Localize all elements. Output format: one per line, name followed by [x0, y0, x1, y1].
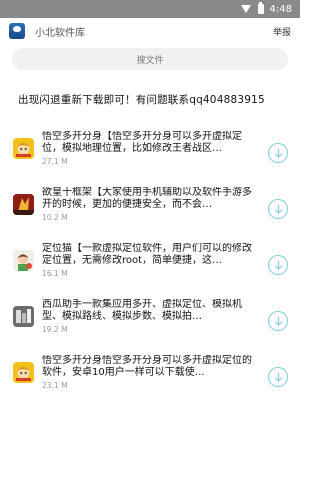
wifi-icon [240, 5, 252, 13]
download-button[interactable] [268, 311, 288, 331]
download-arrow-icon [274, 260, 282, 270]
list-item[interactable]: 西瓜助手一款集应用多开、虚拟定位、模拟机型、模拟路线、模拟步数、模拟拍… 19.… [0, 299, 300, 355]
battery-icon [257, 2, 264, 14]
download-button[interactable] [268, 199, 288, 219]
list-item[interactable]: 悟空多开分身【悟空多开分身可以多开虚拟定位，模拟地理位置，比如修改王者战区… 2… [0, 131, 300, 187]
item-size: 10.2 M [42, 213, 68, 222]
item-name: 欲皇十框架【大家使用手机辅助以及软件手游多开的时候，更加的便捷安全，而不会… [42, 187, 252, 210]
search-container: 搜文件 [0, 44, 300, 70]
xigua-app-icon [13, 306, 34, 327]
report-button[interactable]: 举报 [273, 25, 291, 38]
app-title: 小北软件库 [35, 27, 85, 39]
app-logo-icon [9, 23, 25, 39]
item-name: 定位猫【一款虚拟定位软件，用户们可以的修改定位置，无需修改root，简单便捷，这… [42, 243, 252, 266]
download-button[interactable] [268, 367, 288, 387]
item-size: 27.1 M [42, 157, 68, 166]
status-time: 4:48 [269, 3, 292, 15]
item-size: 23.1 M [42, 381, 68, 390]
yuhuang-app-icon [13, 194, 34, 215]
item-size: 19.2 M [42, 325, 68, 334]
download-button[interactable] [268, 255, 288, 275]
status-bar: 4:48 [0, 0, 300, 18]
search-input[interactable]: 搜文件 [12, 48, 288, 70]
item-name: 悟空多开分身【悟空多开分身可以多开虚拟定位，模拟地理位置，比如修改王者战区… [42, 131, 242, 154]
item-name: 悟空多开分身悟空多开分身可以多开虚拟定位的软件，安卓10用户一样可以下载使… [42, 355, 252, 378]
file-list: 悟空多开分身【悟空多开分身可以多开虚拟定位，模拟地理位置，比如修改王者战区… 2… [0, 131, 300, 411]
list-item[interactable]: 悟空多开分身悟空多开分身可以多开虚拟定位的软件，安卓10用户一样可以下载使… 2… [0, 355, 300, 411]
search-placeholder: 搜文件 [136, 55, 164, 66]
list-item[interactable]: 定位猫【一款虚拟定位软件，用户们可以的修改定位置，无需修改root，简单便捷，这… [0, 243, 300, 299]
item-name: 西瓜助手一款集应用多开、虚拟定位、模拟机型、模拟路线、模拟步数、模拟拍… [42, 299, 242, 322]
wukong-app-icon [13, 362, 34, 383]
item-size: 16.1 M [42, 269, 68, 278]
notice-text: 出现闪退重新下载即可！有问题联系qq404883915 [18, 94, 265, 106]
download-arrow-icon [274, 148, 282, 158]
app-bar: 小北软件库 举报 [0, 18, 300, 44]
list-item[interactable]: 欲皇十框架【大家使用手机辅助以及软件手游多开的时候，更加的便捷安全，而不会… 1… [0, 187, 300, 243]
download-button[interactable] [268, 143, 288, 163]
download-arrow-icon [274, 204, 282, 214]
download-arrow-icon [274, 372, 282, 382]
dingweimao-app-icon [13, 250, 34, 271]
download-arrow-icon [274, 316, 282, 326]
wukong-app-icon [13, 138, 34, 159]
